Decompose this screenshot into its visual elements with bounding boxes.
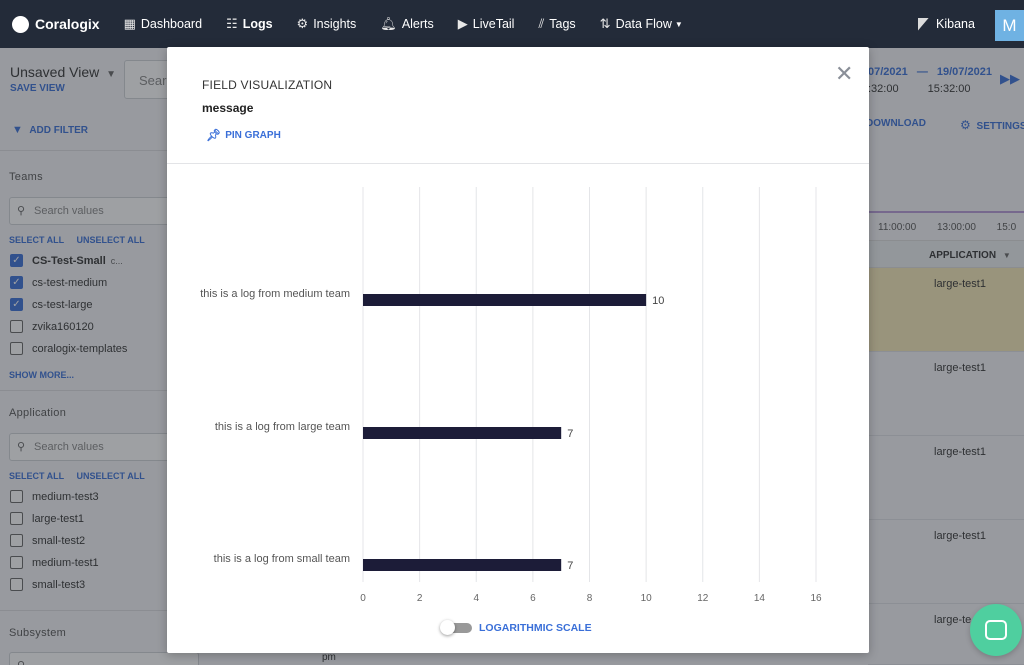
bar: [363, 294, 647, 306]
nav-alerts-label: Alerts: [401, 17, 434, 31]
bar-chart: 0 2 4 6 8 10 12 14 16 this is a log from medium t…: [200, 187, 822, 604]
x-tick-label: 12: [697, 593, 709, 604]
close-icon[interactable]: ✕: [835, 61, 853, 87]
nav-data-flow[interactable]: ⇅ Data Flow ▼: [600, 16, 683, 32]
nav-livetail[interactable]: ▶ LiveTail: [458, 16, 515, 32]
avatar[interactable]: M: [995, 10, 1024, 41]
nav-insights-label: Insights: [313, 17, 357, 31]
bar: [363, 559, 562, 571]
chat-button[interactable]: [970, 604, 1022, 656]
grid-icon: ▦: [123, 16, 136, 31]
nav-tags-label: Tags: [549, 17, 576, 31]
kibana-icon: [918, 17, 929, 31]
kibana-label: Kibana: [936, 17, 975, 31]
pin-graph-label: PIN GRAPH: [225, 129, 281, 141]
x-tick-label: 4: [473, 593, 479, 604]
pin-graph-button[interactable]: 📌︎ PIN GRAPH: [206, 128, 281, 142]
dataflow-icon: ⇅: [599, 16, 611, 31]
bar: [363, 427, 562, 439]
nav-dashboard[interactable]: ▦ Dashboard: [124, 16, 202, 32]
tags-icon: ⫽: [538, 16, 545, 31]
category-label: this is a log from large team: [215, 421, 350, 433]
x-tick-label: 8: [587, 593, 593, 604]
x-tick-label: 6: [530, 593, 536, 604]
x-tick-label: 0: [360, 593, 366, 604]
kibana-link[interactable]: Kibana: [918, 17, 975, 31]
field-visualization-modal: FIELD VISUALIZATION message 📌︎ PIN GRAPH…: [167, 47, 869, 653]
x-tick-label: 2: [417, 593, 423, 604]
modal-field-name: message: [202, 101, 254, 115]
chip-icon: ⚙: [296, 16, 309, 31]
chevron-down-icon: ▼: [674, 19, 683, 29]
modal-divider: [167, 163, 869, 164]
nav-tags[interactable]: ⫽ Tags: [538, 16, 575, 32]
bell-icon: 🔔︎: [380, 16, 397, 31]
logs-icon: ☷: [226, 16, 238, 31]
pin-icon: 📌︎: [206, 128, 222, 142]
log-scale-label: LOGARITHMIC SCALE: [479, 622, 592, 634]
category-label: this is a log from medium team: [200, 288, 350, 300]
top-nav: Coralogix ▦ Dashboard ☷ Logs ⚙ Insights …: [0, 0, 1024, 48]
nav-logs[interactable]: ☷ Logs: [226, 16, 273, 32]
x-tick-label: 14: [754, 593, 766, 604]
nav-logs-label: Logs: [242, 17, 273, 31]
nav-livetail-label: LiveTail: [472, 17, 515, 31]
brand-name: Coralogix: [35, 16, 100, 32]
brand-logo[interactable]: Coralogix: [12, 15, 100, 33]
bar-value-label: 10: [652, 295, 664, 307]
nav-alerts[interactable]: 🔔︎ Alerts: [380, 16, 433, 32]
modal-title: FIELD VISUALIZATION: [202, 78, 333, 92]
chat-icon: [985, 620, 1007, 640]
coralogix-logo-icon: [12, 15, 29, 33]
nav-dashboard-label: Dashboard: [140, 17, 203, 31]
category-label: this is a log from small team: [214, 553, 350, 565]
nav-data-flow-label: Data Flow: [615, 17, 672, 31]
log-scale-toggle[interactable]: [440, 620, 472, 635]
bar-value-label: 7: [567, 428, 573, 440]
toggle-knob: [440, 620, 455, 635]
x-tick-label: 10: [641, 593, 653, 604]
nav-insights[interactable]: ⚙ Insights: [297, 16, 357, 32]
bar-value-label: 7: [567, 560, 573, 572]
x-tick-label: 16: [810, 593, 822, 604]
play-icon: ▶: [457, 16, 468, 31]
